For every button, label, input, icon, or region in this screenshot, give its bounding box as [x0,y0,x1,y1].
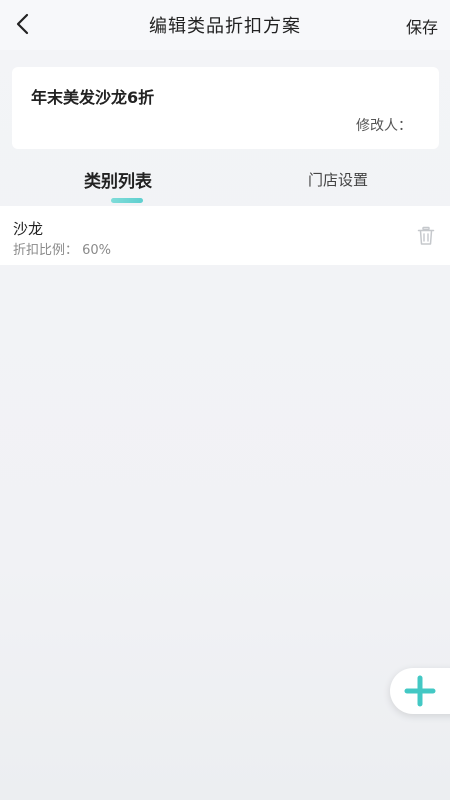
page: 编辑类品折扣方案 保存 年末美发沙龙6折 修改人： 类别列表 门店设置 沙龙 折… [0,0,450,800]
trash-icon [417,226,435,245]
back-button[interactable] [6,7,40,41]
add-category-button[interactable] [390,668,450,714]
top-bar: 编辑类品折扣方案 保存 [0,0,450,50]
save-button[interactable]: 保存 [406,14,438,38]
page-title: 编辑类品折扣方案 [149,16,301,37]
tab-bar: 类别列表 门店设置 [0,160,450,206]
active-tab-indicator [111,198,143,203]
delete-button[interactable] [414,224,438,248]
tab-store-settings[interactable]: 门店设置 [308,169,368,190]
discount-ratio: 折扣比例： 60% [13,243,112,258]
plan-card: 年末美发沙龙6折 修改人： [12,67,439,149]
category-name: 沙龙 [13,220,44,238]
tab-category-list[interactable]: 类别列表 [84,167,152,192]
back-arrow-icon [16,13,29,35]
plan-name: 年末美发沙龙6折 [31,88,155,107]
modifier-label: 修改人： [356,118,412,134]
list-item[interactable]: 沙龙 折扣比例： 60% [0,206,450,265]
plus-icon [404,675,436,707]
